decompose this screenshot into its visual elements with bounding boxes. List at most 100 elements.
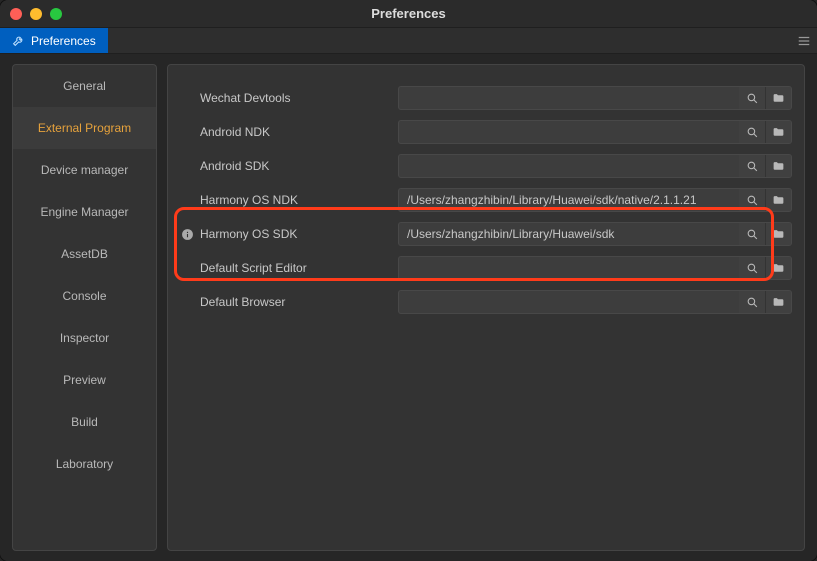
path-field — [398, 154, 792, 178]
harmony-ndk-input[interactable] — [399, 189, 739, 211]
sidebar-label: Engine Manager — [40, 205, 128, 219]
field-label: Android NDK — [200, 125, 270, 139]
sidebar-label: External Program — [38, 121, 131, 135]
search-icon — [746, 296, 759, 309]
close-icon[interactable] — [10, 8, 22, 20]
sidebar-label: Inspector — [60, 331, 109, 345]
path-field — [398, 222, 792, 246]
sidebar-item-device-manager[interactable]: Device manager — [13, 149, 156, 191]
sidebar-label: Console — [62, 289, 106, 303]
android-sdk-input[interactable] — [399, 155, 739, 177]
browse-button[interactable] — [765, 291, 791, 313]
path-field — [398, 120, 792, 144]
info-icon — [180, 125, 194, 139]
search-icon — [746, 228, 759, 241]
minimize-icon[interactable] — [30, 8, 42, 20]
row-android-ndk: Android NDK — [180, 115, 792, 149]
harmony-sdk-input[interactable] — [399, 223, 739, 245]
info-icon — [180, 295, 194, 309]
sidebar-label: General — [63, 79, 106, 93]
folder-icon — [772, 92, 785, 105]
search-icon — [746, 160, 759, 173]
info-icon[interactable] — [180, 227, 194, 241]
info-icon — [180, 159, 194, 173]
path-field — [398, 256, 792, 280]
sidebar-label: Preview — [63, 373, 106, 387]
tab-label: Preferences — [31, 34, 96, 48]
settings-panel: Wechat Devtools Android NDK — [167, 64, 805, 551]
search-button[interactable] — [739, 257, 765, 279]
sidebar-label: AssetDB — [61, 247, 108, 261]
android-ndk-input[interactable] — [399, 121, 739, 143]
search-icon — [746, 92, 759, 105]
row-harmony-ndk: Harmony OS NDK — [180, 183, 792, 217]
tab-preferences[interactable]: Preferences — [0, 28, 108, 53]
search-button[interactable] — [739, 87, 765, 109]
sidebar: General External Program Device manager … — [12, 64, 157, 551]
browse-button[interactable] — [765, 155, 791, 177]
search-button[interactable] — [739, 121, 765, 143]
folder-icon — [772, 228, 785, 241]
search-icon — [746, 262, 759, 275]
panel-menu-button[interactable] — [791, 28, 817, 53]
search-button[interactable] — [739, 223, 765, 245]
sidebar-item-console[interactable]: Console — [13, 275, 156, 317]
wechat-devtools-input[interactable] — [399, 87, 739, 109]
browse-button[interactable] — [765, 121, 791, 143]
search-button[interactable] — [739, 155, 765, 177]
hamburger-icon — [797, 34, 811, 48]
tab-bar: Preferences — [0, 28, 817, 54]
sidebar-item-inspector[interactable]: Inspector — [13, 317, 156, 359]
content-area: General External Program Device manager … — [0, 54, 817, 561]
default-script-editor-input[interactable] — [399, 257, 739, 279]
browse-button[interactable] — [765, 257, 791, 279]
row-android-sdk: Android SDK — [180, 149, 792, 183]
field-label: Default Browser — [200, 295, 285, 309]
preferences-window: Preferences Preferences General External… — [0, 0, 817, 561]
row-wechat-devtools: Wechat Devtools — [180, 81, 792, 115]
sidebar-item-external-program[interactable]: External Program — [13, 107, 156, 149]
sidebar-label: Laboratory — [56, 457, 113, 471]
row-default-script-editor: Default Script Editor — [180, 251, 792, 285]
window-title: Preferences — [0, 6, 817, 21]
default-browser-input[interactable] — [399, 291, 739, 313]
info-icon — [180, 91, 194, 105]
sidebar-item-assetdb[interactable]: AssetDB — [13, 233, 156, 275]
sidebar-item-laboratory[interactable]: Laboratory — [13, 443, 156, 485]
search-button[interactable] — [739, 291, 765, 313]
info-icon — [180, 261, 194, 275]
field-label: Harmony OS NDK — [200, 193, 298, 207]
sidebar-item-build[interactable]: Build — [13, 401, 156, 443]
titlebar: Preferences — [0, 0, 817, 28]
search-button[interactable] — [739, 189, 765, 211]
field-label: Wechat Devtools — [200, 91, 291, 105]
search-icon — [746, 126, 759, 139]
sidebar-item-engine-manager[interactable]: Engine Manager — [13, 191, 156, 233]
browse-button[interactable] — [765, 223, 791, 245]
path-field — [398, 86, 792, 110]
sidebar-label: Device manager — [41, 163, 128, 177]
folder-icon — [772, 160, 785, 173]
path-field — [398, 290, 792, 314]
maximize-icon[interactable] — [50, 8, 62, 20]
wrench-icon — [12, 34, 25, 47]
folder-icon — [772, 262, 785, 275]
folder-icon — [772, 194, 785, 207]
browse-button[interactable] — [765, 87, 791, 109]
row-harmony-sdk: Harmony OS SDK — [180, 217, 792, 251]
folder-icon — [772, 296, 785, 309]
sidebar-item-preview[interactable]: Preview — [13, 359, 156, 401]
field-label: Harmony OS SDK — [200, 227, 297, 241]
folder-icon — [772, 126, 785, 139]
sidebar-item-general[interactable]: General — [13, 65, 156, 107]
sidebar-label: Build — [71, 415, 98, 429]
field-label: Default Script Editor — [200, 261, 307, 275]
browse-button[interactable] — [765, 189, 791, 211]
path-field — [398, 188, 792, 212]
traffic-lights — [10, 8, 62, 20]
row-default-browser: Default Browser — [180, 285, 792, 319]
field-label: Android SDK — [200, 159, 269, 173]
info-icon — [180, 193, 194, 207]
settings-rows: Wechat Devtools Android NDK — [180, 81, 792, 319]
search-icon — [746, 194, 759, 207]
